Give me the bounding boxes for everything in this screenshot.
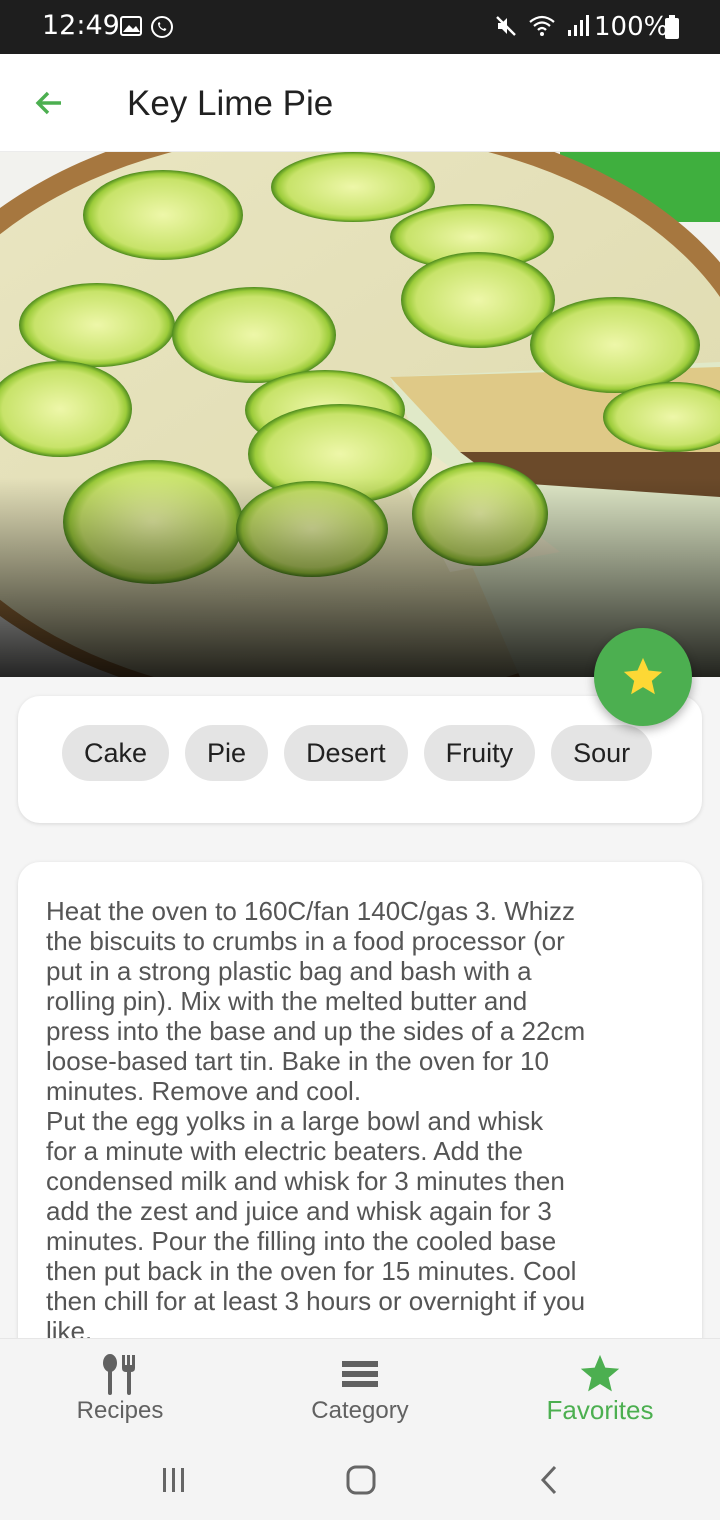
- star-icon: [623, 657, 663, 695]
- recipe-hero-image: [0, 152, 720, 677]
- bottom-navigation: Recipes Category Favorites: [0, 1338, 720, 1440]
- favorite-fab[interactable]: [594, 628, 692, 726]
- recent-apps-icon: [163, 1468, 184, 1492]
- whatsapp-icon: [151, 16, 173, 38]
- mute-icon: [496, 16, 516, 36]
- battery-level: 100%: [594, 12, 669, 42]
- back-icon: [540, 1465, 557, 1495]
- signal-icon: [568, 15, 589, 36]
- battery-icon: [665, 15, 679, 39]
- home-button[interactable]: [331, 1460, 391, 1500]
- tags-card: Cake Pie Desert Fruity Sour: [18, 696, 702, 823]
- tag-chip[interactable]: Cake: [62, 725, 170, 781]
- system-navigation-bar: [0, 1440, 720, 1520]
- wifi-icon: [529, 15, 555, 36]
- tag-chip[interactable]: Desert: [284, 725, 408, 781]
- star-icon: [580, 1354, 620, 1392]
- nav-item-category[interactable]: Category: [240, 1339, 480, 1441]
- tag-chip[interactable]: Pie: [185, 725, 269, 781]
- home-icon: [346, 1465, 376, 1495]
- gallery-icon: [120, 16, 142, 36]
- tag-chip[interactable]: Fruity: [423, 725, 536, 781]
- cutlery-icon: [103, 1354, 135, 1395]
- list-icon: [342, 1361, 378, 1387]
- nav-item-recipes[interactable]: Recipes: [0, 1339, 240, 1441]
- instructions-card[interactable]: Heat the oven to 160C/fan 140C/gas 3. Wh…: [18, 862, 702, 1362]
- instructions-text: Heat the oven to 160C/fan 140C/gas 3. Wh…: [46, 896, 586, 1346]
- arrow-left-icon: [35, 91, 61, 115]
- nav-label-category: Category: [311, 1397, 409, 1424]
- app-bar: Key Lime Pie: [0, 54, 720, 152]
- nav-label-favorites: Favorites: [546, 1395, 654, 1425]
- back-button[interactable]: [24, 78, 74, 128]
- status-bar: 12:49 100%: [0, 0, 720, 54]
- page-title: Key Lime Pie: [127, 84, 334, 123]
- nav-label-recipes: Recipes: [76, 1397, 164, 1424]
- status-time: 12:49: [42, 10, 120, 41]
- key-lime-pie-photo: [0, 152, 720, 677]
- tag-chip[interactable]: Sour: [551, 725, 653, 781]
- recent-apps-button[interactable]: [144, 1460, 204, 1500]
- nav-item-favorites[interactable]: Favorites: [480, 1339, 720, 1441]
- tag-list: Cake Pie Desert Fruity Sour: [62, 725, 653, 781]
- system-back-button[interactable]: [519, 1460, 579, 1500]
